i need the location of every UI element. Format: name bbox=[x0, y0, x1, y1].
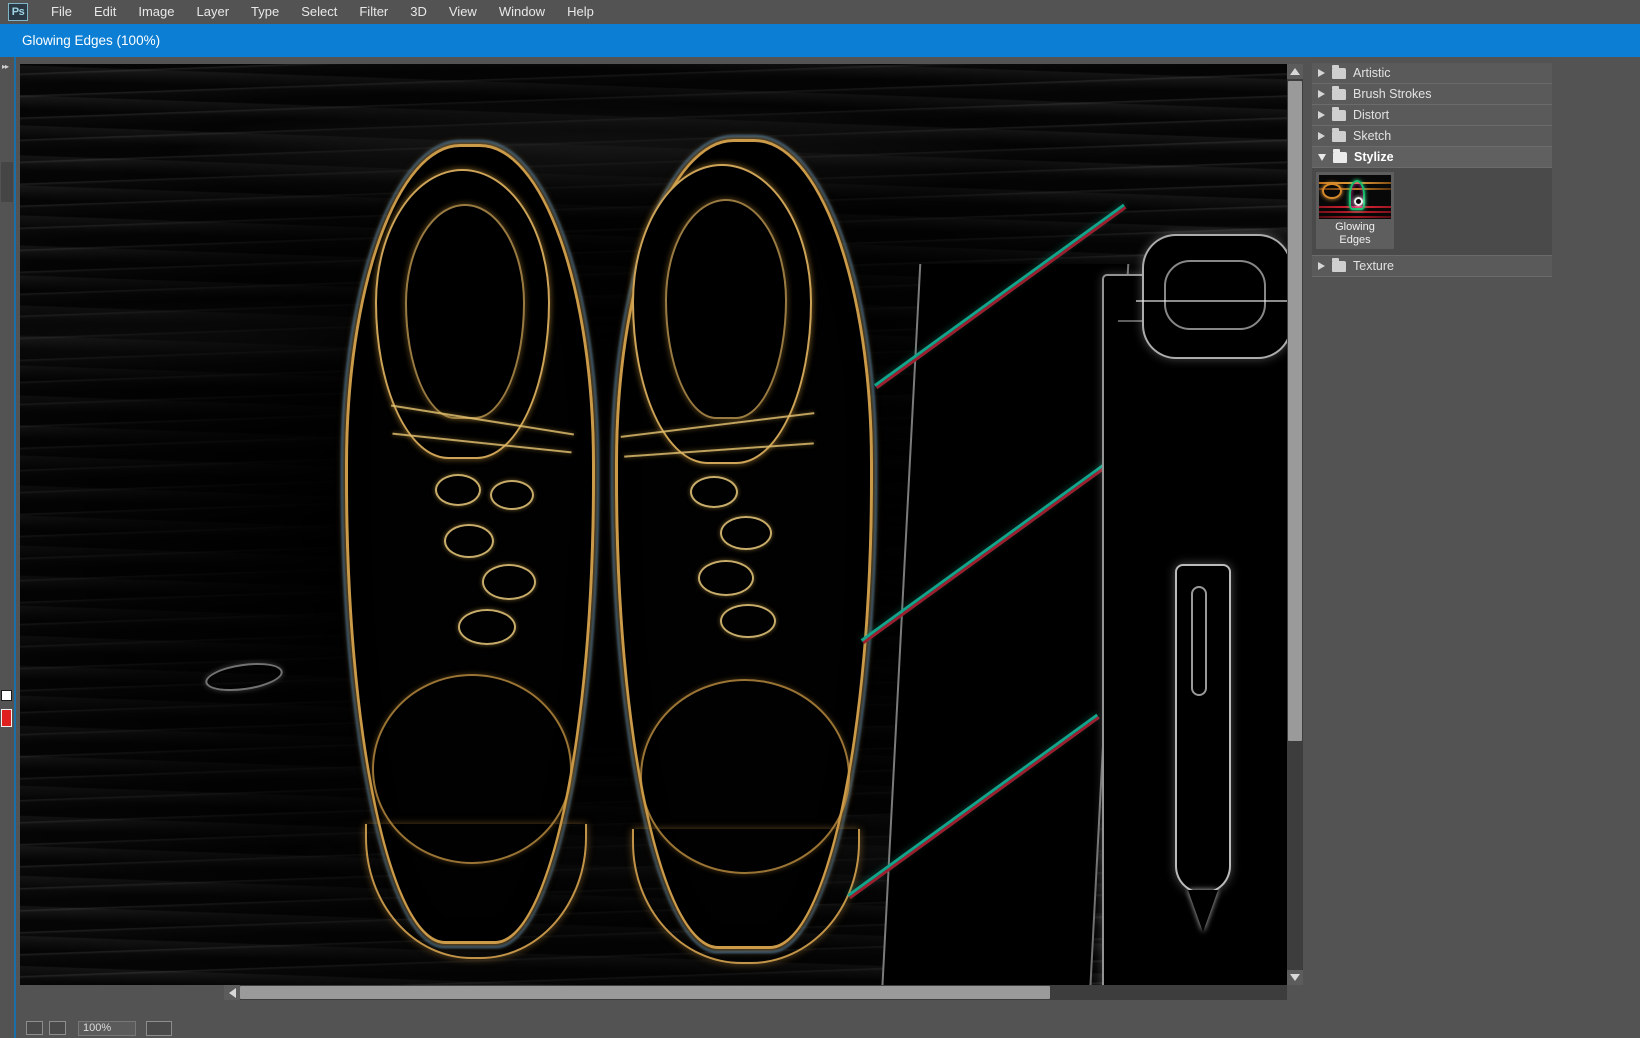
pen-tip bbox=[1188, 890, 1218, 932]
folder-icon bbox=[1332, 68, 1346, 79]
collapse-panel-icon[interactable]: ▸▸ bbox=[2, 63, 8, 71]
menu-item-window[interactable]: Window bbox=[488, 1, 556, 23]
menu-bar: Ps File Edit Image Layer Type Select Fil… bbox=[0, 0, 1640, 24]
filter-group-brush-strokes[interactable]: Brush Strokes bbox=[1312, 84, 1552, 105]
thumb-swirl-shape bbox=[1322, 183, 1342, 199]
left-shoe-eyelet-5 bbox=[458, 609, 516, 645]
filter-group-label: Brush Strokes bbox=[1353, 87, 1432, 101]
left-shoe-tongue bbox=[405, 204, 525, 419]
filter-item-glowing-edges[interactable]: Glowing Edges bbox=[1316, 172, 1394, 249]
thumb-ring-shape bbox=[1354, 197, 1363, 206]
filter-item-label: Glowing Edges bbox=[1319, 221, 1391, 247]
image-canvas[interactable] bbox=[20, 64, 1287, 985]
menu-item-type[interactable]: Type bbox=[240, 1, 290, 23]
filter-group-label: Texture bbox=[1353, 259, 1394, 273]
folder-open-icon bbox=[1333, 152, 1347, 163]
right-shoe-tongue bbox=[665, 199, 787, 419]
menu-item-edit[interactable]: Edit bbox=[83, 1, 127, 23]
left-shoe-eyelet-1 bbox=[435, 474, 481, 506]
filter-group-distort[interactable]: Distort bbox=[1312, 105, 1552, 126]
zoom-out-button[interactable] bbox=[49, 1021, 66, 1035]
right-shoe-eyelet-1 bbox=[690, 476, 738, 508]
filter-group-label: Sketch bbox=[1353, 129, 1391, 143]
photoshop-logo[interactable]: Ps bbox=[8, 3, 28, 21]
canvas-horizontal-scrollbar[interactable] bbox=[240, 985, 1287, 1000]
pen-clip bbox=[1191, 586, 1207, 696]
filter-thumbnail-area: Glowing Edges bbox=[1312, 168, 1552, 256]
filter-group-label: Distort bbox=[1353, 108, 1389, 122]
menu-item-help[interactable]: Help bbox=[556, 1, 605, 23]
filter-group-label: Artistic bbox=[1353, 66, 1391, 80]
chevron-right-icon bbox=[1318, 262, 1325, 270]
panel-divider bbox=[14, 57, 16, 1038]
filter-group-label: Stylize bbox=[1354, 150, 1394, 164]
right-shoe-eyelet-4 bbox=[720, 604, 776, 638]
right-shoe-eyelet-2 bbox=[720, 516, 772, 550]
left-shoe-eyelet-2 bbox=[490, 480, 534, 510]
menu-item-file[interactable]: File bbox=[40, 1, 83, 23]
striped-tie bbox=[881, 264, 1130, 985]
binder-clip bbox=[1142, 234, 1287, 359]
filter-group-sketch[interactable]: Sketch bbox=[1312, 126, 1552, 147]
filter-group-artistic[interactable]: Artistic bbox=[1312, 63, 1552, 84]
menu-item-image[interactable]: Image bbox=[127, 1, 185, 23]
page-title: Glowing Edges (100%) bbox=[22, 33, 160, 48]
left-shoe-eyelet-3 bbox=[444, 524, 494, 558]
filter-gallery-panel: Artistic Brush Strokes Distort Sketch St… bbox=[1308, 60, 1640, 1038]
folder-icon bbox=[1332, 110, 1346, 121]
chevron-right-icon bbox=[1318, 69, 1325, 77]
menu-item-filter[interactable]: Filter bbox=[348, 1, 399, 23]
canvas-vertical-scrollbar[interactable] bbox=[1287, 64, 1303, 985]
menu-item-3d[interactable]: 3D bbox=[399, 1, 438, 23]
filter-thumbnail-image bbox=[1319, 175, 1391, 219]
horizontal-scroll-thumb[interactable] bbox=[240, 986, 1050, 999]
background-color-swatch[interactable] bbox=[1, 709, 12, 727]
binder-clip-bar bbox=[1136, 300, 1287, 302]
preview-thumbnail[interactable] bbox=[146, 1021, 172, 1036]
status-bar: 100% bbox=[20, 1018, 1287, 1038]
menu-item-select[interactable]: Select bbox=[290, 1, 348, 23]
filter-group-list: Artistic Brush Strokes Distort Sketch St… bbox=[1312, 63, 1552, 277]
filter-group-stylize[interactable]: Stylize bbox=[1312, 147, 1552, 168]
folder-icon bbox=[1332, 89, 1346, 100]
preview-toggle-button[interactable] bbox=[26, 1021, 43, 1035]
chevron-right-icon bbox=[1318, 132, 1325, 140]
binder-clip-inner bbox=[1164, 260, 1266, 330]
right-shoe-eyelet-3 bbox=[698, 560, 754, 596]
menu-item-view[interactable]: View bbox=[438, 1, 488, 23]
document-title-bar: Glowing Edges (100%) bbox=[0, 24, 1640, 57]
thumb-streak bbox=[1319, 211, 1391, 213]
thumb-streak bbox=[1319, 216, 1391, 218]
chevron-right-icon bbox=[1318, 90, 1325, 98]
chevron-right-icon bbox=[1318, 111, 1325, 119]
foreground-color-swatch[interactable] bbox=[1, 690, 12, 701]
chevron-down-icon bbox=[1318, 154, 1326, 161]
left-shoe-eyelet-4 bbox=[482, 564, 536, 600]
filter-group-texture[interactable]: Texture bbox=[1312, 256, 1552, 277]
folder-icon bbox=[1332, 131, 1346, 142]
scroll-up-arrow-icon[interactable] bbox=[1287, 64, 1303, 79]
scroll-left-arrow-icon[interactable] bbox=[224, 985, 240, 1000]
tool-slot[interactable] bbox=[1, 162, 13, 202]
scroll-down-arrow-icon[interactable] bbox=[1287, 970, 1303, 985]
folder-icon bbox=[1332, 261, 1346, 272]
vertical-scroll-thumb[interactable] bbox=[1288, 81, 1302, 741]
pen bbox=[1175, 564, 1231, 894]
zoom-level-field[interactable]: 100% bbox=[78, 1021, 136, 1036]
menu-item-layer[interactable]: Layer bbox=[186, 1, 241, 23]
